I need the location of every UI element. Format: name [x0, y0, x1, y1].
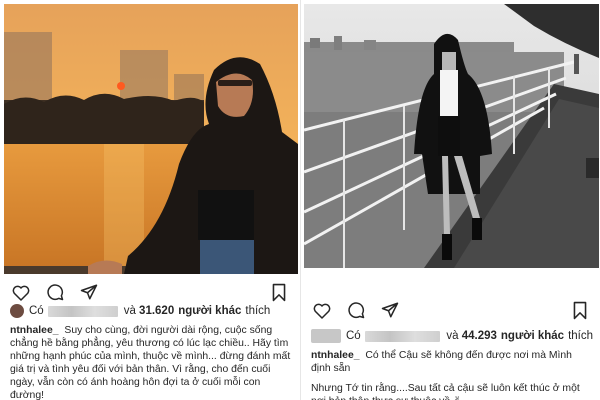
likes-suffix[interactable]: người khác	[501, 330, 564, 342]
post-right: Có và 44.293 người khác thích ntnhalee_ …	[300, 0, 600, 400]
post-actions	[311, 299, 591, 321]
likes-prefix: Có	[346, 330, 361, 342]
bookmark-icon[interactable]	[268, 281, 290, 303]
post-actions	[10, 281, 290, 303]
likes-verb: thích	[245, 305, 271, 317]
likes-and: và	[446, 330, 462, 342]
caption-username[interactable]: ntnhalee_	[311, 350, 362, 361]
heart-icon[interactable]	[10, 281, 32, 303]
likes-prefix: Có	[29, 305, 44, 317]
avatar[interactable]	[311, 329, 341, 343]
post-caption: ntnhalee_ Suy cho cùng, đời người dài rộ…	[10, 324, 292, 400]
caption-username[interactable]: ntnhalee_	[10, 325, 61, 336]
post-photo-sunset[interactable]	[4, 4, 298, 274]
likes-line: Có và 44.293 người khác thích	[311, 329, 593, 343]
avatar[interactable]	[10, 304, 24, 318]
comment-icon[interactable]	[345, 299, 367, 321]
likes-count[interactable]: 44.293	[462, 330, 497, 342]
blurred-username	[364, 330, 441, 342]
likes-count[interactable]: 31.620	[139, 305, 174, 317]
caption-text-2: Nhưng Tớ tin rằng....Sau tất cả cậu sẽ l…	[311, 383, 580, 400]
blurred-username	[47, 305, 118, 317]
share-icon[interactable]	[379, 299, 401, 321]
post-left: Có và 31.620 người khác thích ntnhalee_ …	[0, 0, 300, 400]
share-icon[interactable]	[78, 281, 100, 303]
likes-and: và	[123, 305, 140, 317]
comment-icon[interactable]	[44, 281, 66, 303]
post-caption: ntnhalee_ Có thể Cậu sẽ không đến được n…	[311, 349, 593, 400]
bookmark-icon[interactable]	[569, 299, 591, 321]
likes-suffix[interactable]: người khác	[178, 305, 241, 317]
post-photo-lakeside[interactable]	[304, 4, 599, 268]
likes-verb: thích	[568, 330, 593, 342]
heart-icon[interactable]	[311, 299, 333, 321]
likes-line: Có và 31.620 người khác thích	[10, 304, 292, 318]
caption-text: Suy cho cùng, đời người dài rộng, cuộc s…	[10, 325, 291, 400]
